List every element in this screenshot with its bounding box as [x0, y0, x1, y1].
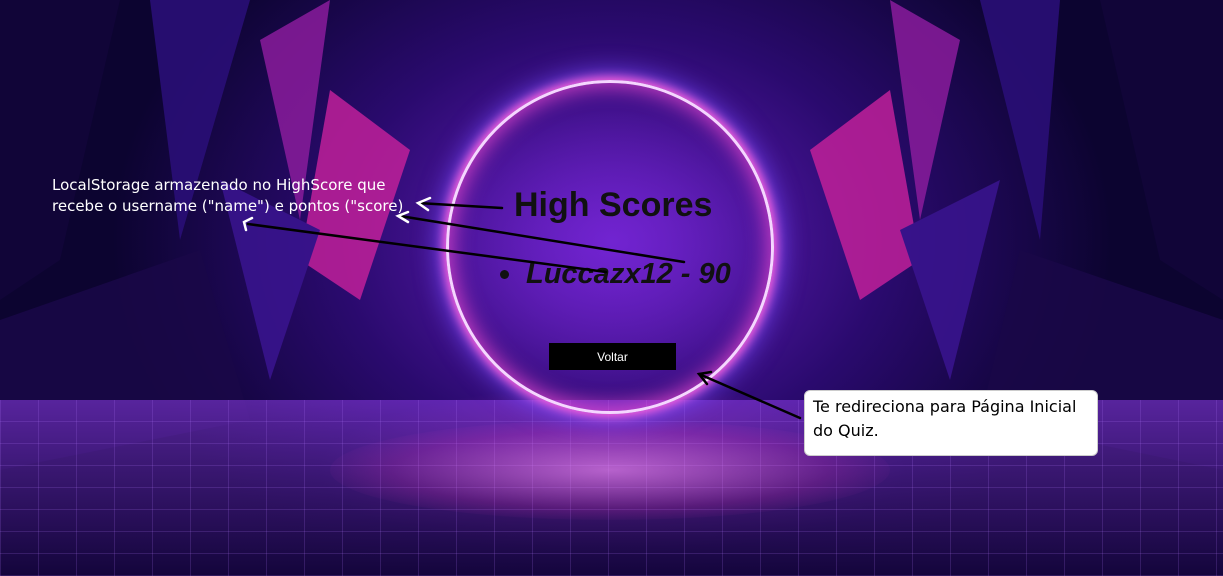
arrow-score-to-note	[398, 214, 686, 264]
arrow-note-to-button	[697, 372, 802, 420]
arrow-name-to-note	[246, 222, 608, 274]
arrow-title-to-note	[416, 201, 504, 210]
annotation-arrows	[242, 196, 802, 420]
